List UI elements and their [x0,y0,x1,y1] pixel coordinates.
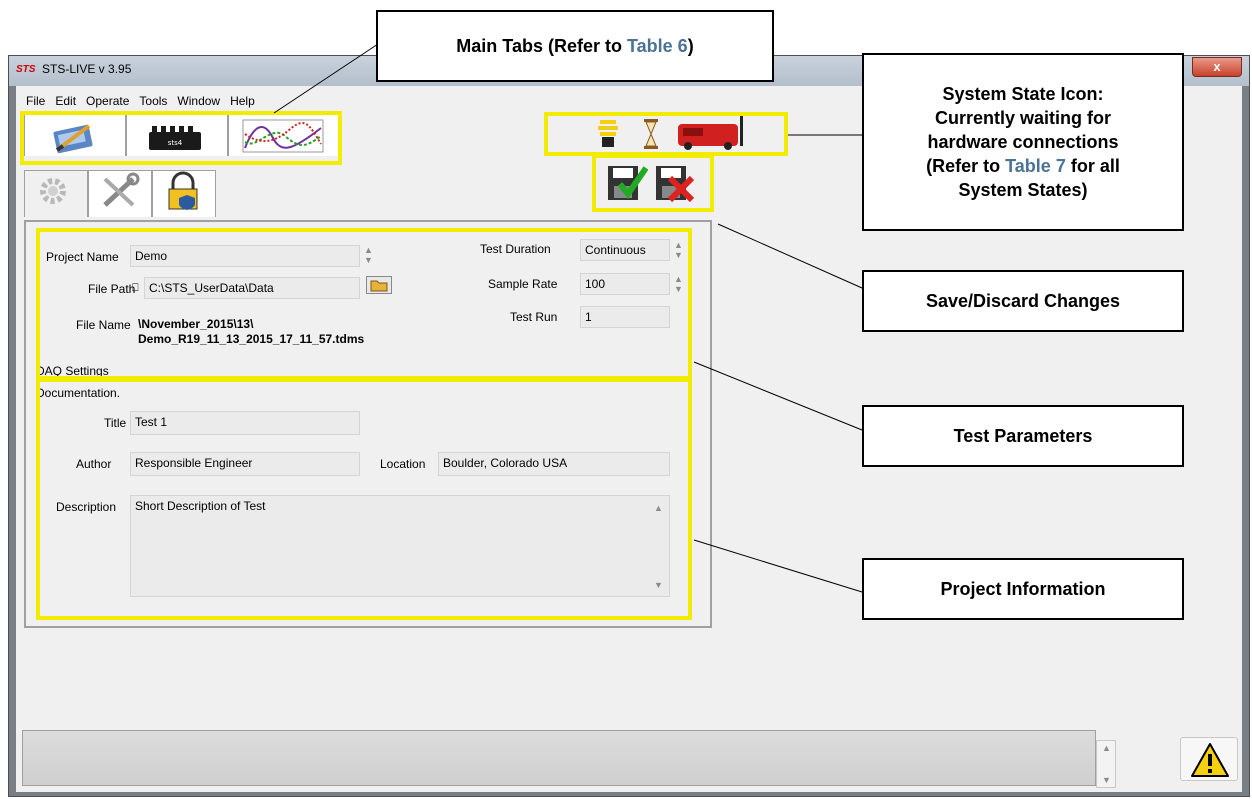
callout-project-information: Project Information [862,558,1184,620]
callout-state-line1: System State Icon: [942,84,1104,104]
callout-save-discard: Save/Discard Changes [862,270,1184,332]
callout-state-line3: hardware connections [927,132,1119,152]
callout-main-tabs-suffix: ) [687,36,694,56]
callout-state-line4: (Refer to Table 7 for all [926,154,1120,178]
callout-state-line4-prefix: (Refer to [926,156,1006,176]
table-7-link[interactable]: Table 7 [1005,156,1066,176]
callout-test-parameters: Test Parameters [862,405,1184,467]
callout-state-line2: Currently waiting for [934,108,1111,128]
table-6-link[interactable]: Table 6 [627,36,688,56]
callout-main-tabs-text: Main Tabs (Refer to Table 6) [456,34,693,58]
callout-state-line5: System States) [958,180,1088,200]
callout-main-tabs-prefix: Main Tabs (Refer to [456,36,627,56]
callout-system-state: System State Icon: Currently waiting for… [862,53,1184,231]
callout-main-tabs: Main Tabs (Refer to Table 6) [376,10,774,82]
callout-state-line4-suffix: for all [1065,156,1120,176]
